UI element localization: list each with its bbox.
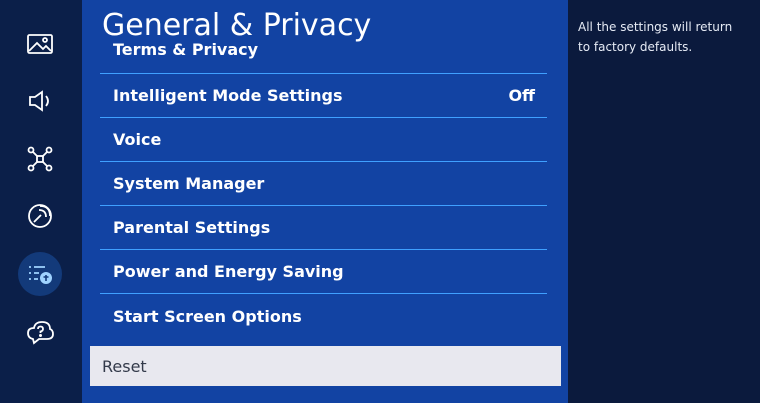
- menu-item-label: Power and Energy Saving: [113, 262, 344, 281]
- settings-panel: Terms & Privacy Intelligent Mode Setting…: [82, 0, 568, 403]
- connection-icon[interactable]: [18, 137, 62, 181]
- menu-item-system-manager[interactable]: System Manager: [100, 162, 547, 206]
- menu-item-label: Intelligent Mode Settings: [113, 86, 343, 105]
- help-text: All the settings will return to factory …: [578, 20, 733, 54]
- menu-item-parental-settings[interactable]: Parental Settings: [100, 206, 547, 250]
- menu-item-power-energy[interactable]: Power and Energy Saving: [100, 250, 547, 294]
- menu-item-start-screen[interactable]: Start Screen Options: [100, 294, 547, 338]
- menu-item-voice[interactable]: Voice: [100, 118, 547, 162]
- sound-icon[interactable]: [18, 79, 62, 123]
- menu-item-value: Off: [508, 86, 535, 105]
- menu-item-label: Parental Settings: [113, 218, 271, 237]
- broadcasting-icon[interactable]: [18, 194, 62, 238]
- page-title: General & Privacy: [102, 8, 372, 43]
- menu-item-label: System Manager: [113, 174, 265, 193]
- picture-icon[interactable]: [18, 22, 62, 66]
- reset-button[interactable]: Reset: [90, 346, 561, 386]
- menu-item-label: Start Screen Options: [113, 306, 302, 326]
- general-privacy-icon[interactable]: [18, 252, 62, 296]
- menu-item-label: Voice: [113, 130, 162, 149]
- reset-label: Reset: [102, 356, 147, 376]
- sidebar: [0, 0, 82, 403]
- settings-menu: Terms & Privacy Intelligent Mode Setting…: [100, 36, 547, 338]
- support-icon[interactable]: [18, 310, 62, 354]
- menu-item-intelligent-mode[interactable]: Intelligent Mode Settings Off: [100, 74, 547, 118]
